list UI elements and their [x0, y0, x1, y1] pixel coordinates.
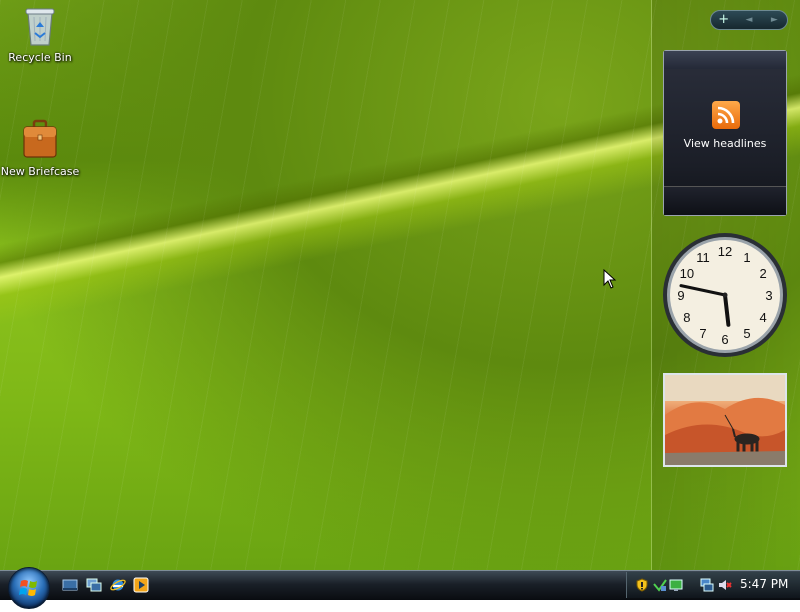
feed-gadget-topbar — [664, 51, 786, 69]
switch-windows-icon[interactable] — [86, 577, 102, 593]
clock-number: 7 — [699, 326, 706, 341]
desert-oryx-photo — [665, 375, 785, 465]
media-player-icon[interactable] — [133, 577, 149, 593]
clock-number: 8 — [683, 310, 690, 325]
feed-headlines-gadget[interactable]: View headlines — [663, 50, 787, 216]
mouse-cursor-icon — [603, 269, 617, 289]
show-desktop-icon[interactable] — [62, 577, 78, 593]
new-briefcase-label: New Briefcase — [0, 165, 80, 178]
clock-number: 10 — [680, 266, 694, 281]
clock-gadget[interactable]: 12 12 3 45678 9 1011 — [662, 232, 788, 358]
slideshow-gadget[interactable] — [663, 373, 787, 467]
windows-logo-icon — [19, 580, 37, 596]
rss-feed-icon — [712, 101, 740, 129]
feed-gadget-footer — [664, 186, 786, 215]
security-shield-icon[interactable] — [635, 577, 649, 592]
briefcase-icon — [23, 119, 57, 158]
clock-number: 5 — [743, 326, 750, 341]
clock-number: 6 — [721, 332, 728, 347]
clock-number: 9 — [677, 288, 684, 303]
recycle-bin-shortcut[interactable]: Recycle Bin — [0, 3, 80, 64]
taskbar-clock[interactable]: 5:47 PM — [740, 577, 788, 591]
monitor-icon[interactable] — [700, 577, 714, 592]
new-briefcase-shortcut[interactable]: New Briefcase — [0, 117, 80, 178]
clock-number: 12 — [718, 244, 732, 259]
recycle-bin-label: Recycle Bin — [8, 51, 72, 64]
start-button[interactable] — [8, 567, 50, 609]
clock-number: 1 — [743, 250, 750, 265]
previous-gadgets-button[interactable]: ◄ — [739, 11, 759, 29]
recycle-bin-icon — [25, 8, 55, 46]
clock-number: 3 — [765, 288, 772, 303]
clock-number: 2 — [759, 266, 766, 281]
view-headlines-link[interactable]: View headlines — [664, 137, 786, 150]
gadget-controls: + ◄ ► — [710, 10, 788, 30]
display-icon[interactable] — [669, 577, 683, 591]
internet-explorer-icon[interactable] — [110, 577, 126, 593]
network-icon[interactable] — [653, 577, 667, 592]
clock-number: 11 — [696, 250, 710, 265]
next-gadgets-button[interactable]: ► — [764, 11, 784, 29]
clock-number: 4 — [759, 310, 766, 325]
volume-muted-icon[interactable] — [718, 577, 732, 591]
add-gadget-button[interactable]: + — [714, 11, 734, 29]
